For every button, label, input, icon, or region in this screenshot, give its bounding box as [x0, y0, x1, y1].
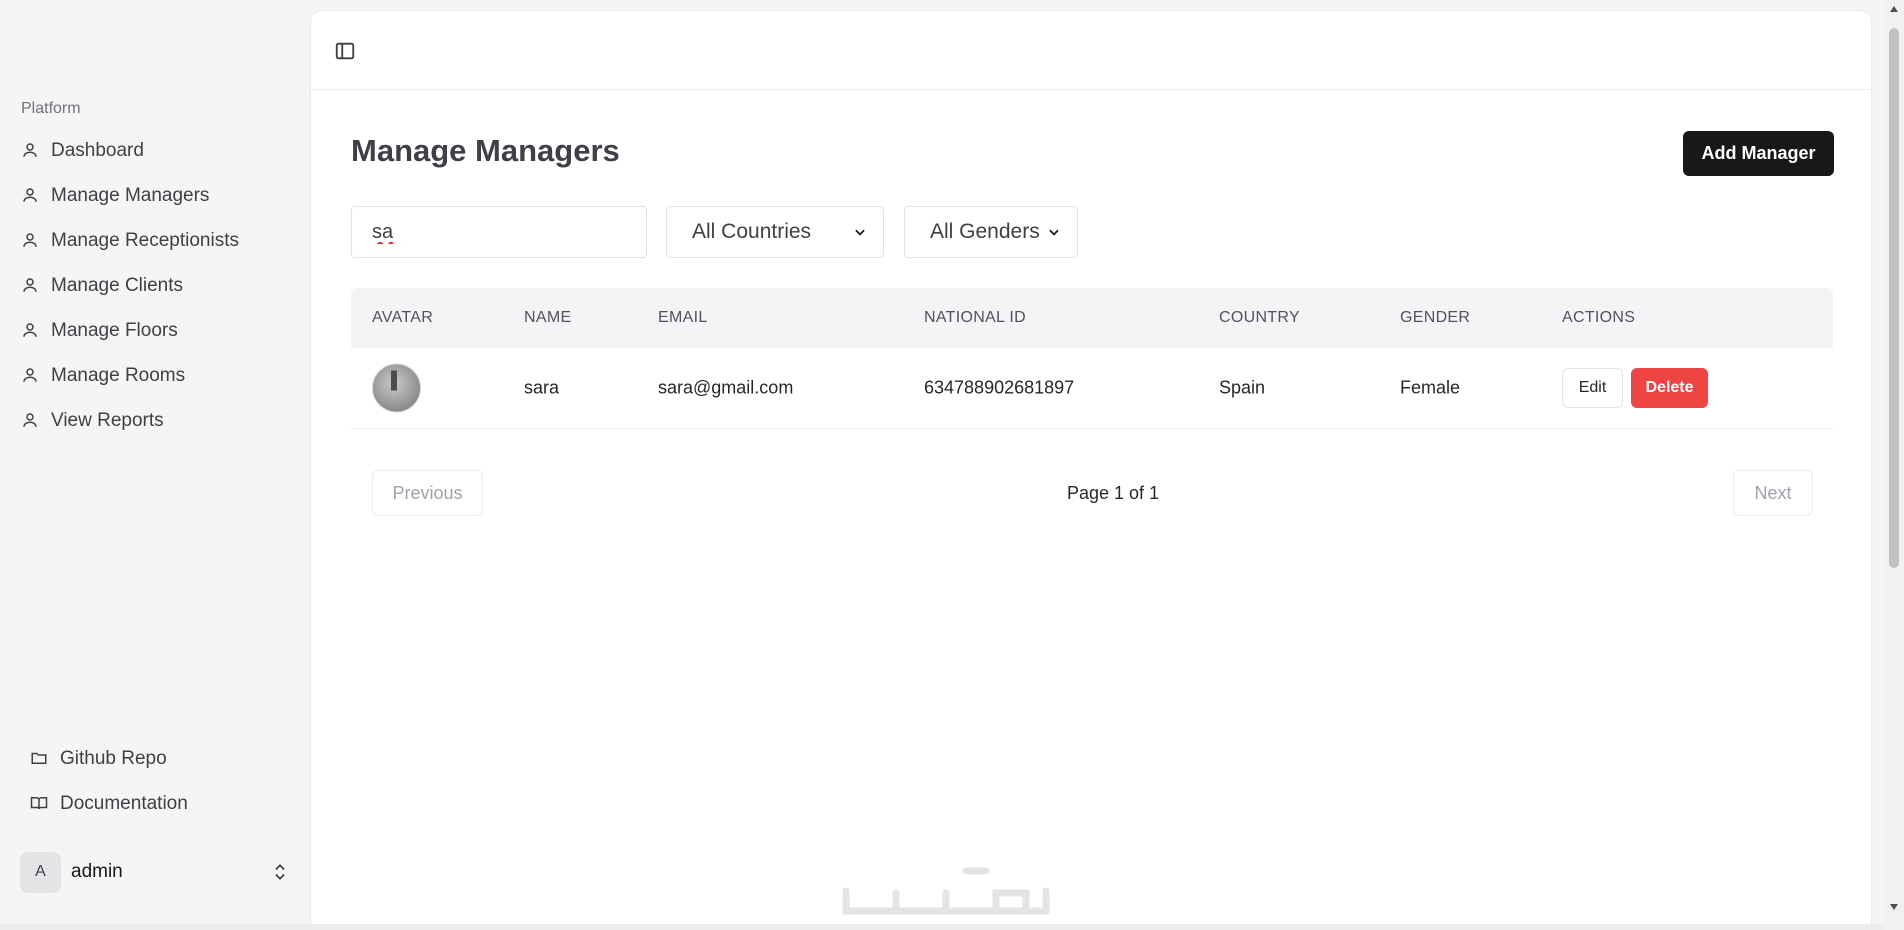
- github-repo-label: Github Repo: [60, 747, 167, 769]
- sidebar-item-label: Manage Receptionists: [51, 229, 239, 251]
- sidebar-item-label: Manage Managers: [51, 184, 210, 206]
- chevrons-up-down-icon: [270, 861, 290, 883]
- cell-national-id: 634788902681897: [924, 377, 1075, 398]
- page-indicator: Page 1 of 1: [1067, 483, 1160, 503]
- scroll-up-arrow-icon[interactable]: [1889, 4, 1899, 14]
- chevron-down-icon: [1049, 229, 1059, 236]
- user-icon: [21, 231, 41, 251]
- documentation-link[interactable]: Documentation: [30, 781, 188, 826]
- sidebar-toggle-icon[interactable]: [334, 40, 356, 62]
- column-header-email: EMAIL: [658, 309, 708, 326]
- sidebar-item-label: Dashboard: [51, 139, 144, 161]
- column-header-national-id: NATIONAL ID: [924, 309, 1026, 326]
- column-header-actions: ACTIONS: [1562, 309, 1636, 326]
- user-name: admin: [71, 861, 123, 882]
- previous-page-button[interactable]: Previous: [372, 470, 483, 516]
- github-repo-link[interactable]: Github Repo: [30, 736, 188, 781]
- sidebar-nav: Dashboard Manage Managers Manage Recepti…: [21, 128, 291, 443]
- next-page-button[interactable]: Next: [1733, 470, 1813, 516]
- search-input[interactable]: [351, 206, 647, 258]
- sidebar-item-manage-managers[interactable]: Manage Managers: [21, 173, 291, 218]
- sidebar: Platform Dashboard Manage Managers Manag…: [0, 0, 310, 930]
- gender-filter-value: All Genders: [930, 220, 1040, 243]
- manager-avatar: [372, 363, 421, 413]
- page-title: Manage Managers: [351, 133, 620, 168]
- avatar-image: [372, 363, 421, 413]
- sidebar-item-manage-clients[interactable]: Manage Clients: [21, 263, 291, 308]
- user-menu[interactable]: A admin: [20, 851, 290, 893]
- sidebar-item-view-reports[interactable]: View Reports: [21, 398, 291, 443]
- sidebar-footer-links: Github Repo Documentation: [30, 736, 188, 826]
- watermark-logo: [842, 867, 1050, 915]
- table-header: AVATAR NAME EMAIL NATIONAL ID COUNTRY GE…: [351, 288, 1833, 348]
- sidebar-item-dashboard[interactable]: Dashboard: [21, 128, 291, 173]
- chevron-down-icon: [855, 229, 865, 236]
- country-filter-select[interactable]: All Countries: [666, 206, 884, 258]
- avatar: A: [20, 851, 61, 893]
- sidebar-item-label: Manage Floors: [51, 319, 178, 341]
- delete-button[interactable]: Delete: [1631, 368, 1708, 408]
- table-row: sara sara@gmail.com 634788902681897 Spai…: [351, 348, 1833, 429]
- main-panel: Manage Managers Add Manager All Countrie…: [310, 10, 1872, 930]
- row-actions: Edit Delete: [1562, 368, 1708, 408]
- gender-filter-select[interactable]: All Genders: [904, 206, 1078, 258]
- column-header-avatar: AVATAR: [372, 309, 434, 326]
- scroll-thumb[interactable]: [1889, 28, 1899, 568]
- vertical-scrollbar[interactable]: [1884, 0, 1904, 930]
- documentation-label: Documentation: [60, 792, 188, 814]
- column-header-country: COUNTRY: [1219, 309, 1300, 326]
- edit-button[interactable]: Edit: [1562, 368, 1623, 408]
- sidebar-item-manage-rooms[interactable]: Manage Rooms: [21, 353, 291, 398]
- scroll-down-arrow-icon[interactable]: [1889, 902, 1899, 912]
- user-icon: [21, 186, 41, 206]
- cell-country: Spain: [1219, 377, 1266, 398]
- sidebar-group-label: Platform: [21, 100, 81, 117]
- user-icon: [21, 321, 41, 341]
- country-filter-value: All Countries: [692, 220, 812, 243]
- column-header-gender: GENDER: [1400, 309, 1471, 326]
- cell-email: sara@gmail.com: [658, 377, 794, 398]
- folder-icon: [30, 749, 50, 769]
- sidebar-item-label: View Reports: [51, 409, 164, 431]
- cell-gender: Female: [1400, 377, 1461, 398]
- user-icon: [21, 141, 41, 161]
- column-header-name: NAME: [524, 309, 572, 326]
- cell-name: sara: [524, 377, 560, 398]
- top-bar: [311, 11, 1871, 90]
- book-icon: [30, 794, 50, 814]
- sidebar-item-label: Manage Rooms: [51, 364, 186, 386]
- managers-table: AVATAR NAME EMAIL NATIONAL ID COUNTRY GE…: [351, 288, 1833, 429]
- user-icon: [21, 411, 41, 431]
- sidebar-item-manage-receptionists[interactable]: Manage Receptionists: [21, 218, 291, 263]
- sidebar-item-label: Manage Clients: [51, 274, 184, 296]
- horizontal-scroll-edge: [0, 924, 1884, 930]
- add-manager-button[interactable]: Add Manager: [1683, 131, 1834, 176]
- sidebar-item-manage-floors[interactable]: Manage Floors: [21, 308, 291, 353]
- user-icon: [21, 276, 41, 296]
- user-icon: [21, 366, 41, 386]
